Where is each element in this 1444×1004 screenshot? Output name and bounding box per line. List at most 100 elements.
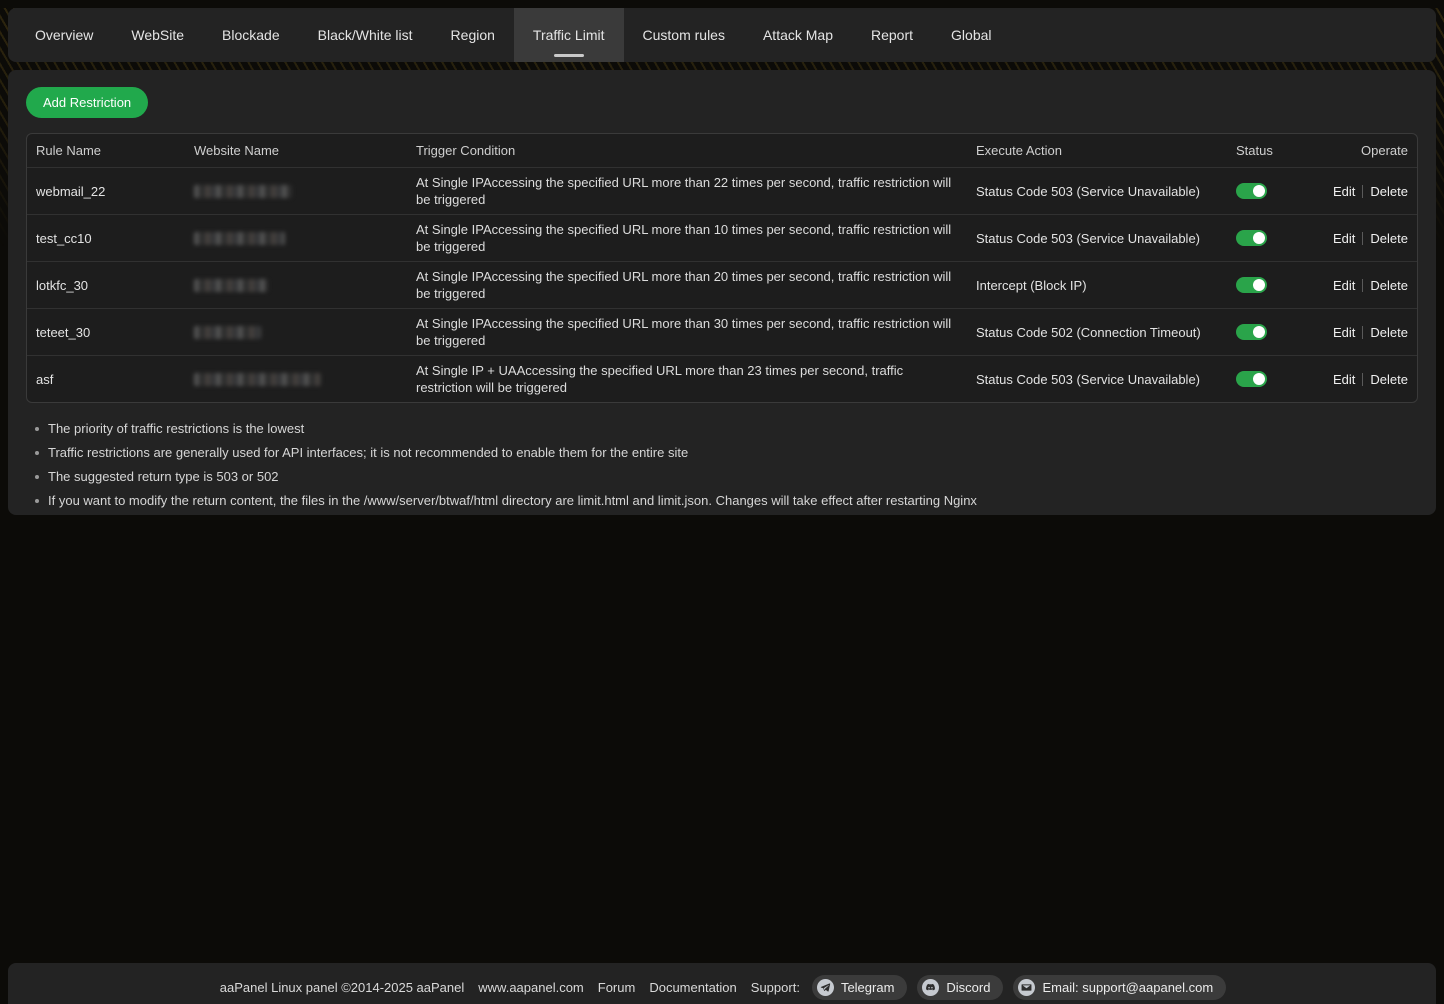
email-icon (1018, 979, 1035, 996)
nav-tab-label: Black/White list (318, 27, 413, 43)
trigger-condition: At Single IPAccessing the specified URL … (416, 215, 976, 261)
website-name (194, 367, 416, 392)
top-navbar: Overview WebSite Blockade Black/White li… (8, 8, 1436, 62)
note-item: The suggested return type is 503 or 502 (26, 465, 1418, 489)
nav-tab-black-white-list[interactable]: Black/White list (299, 8, 432, 62)
operate-separator (1362, 279, 1363, 292)
rule-name: teteet_30 (27, 319, 194, 346)
nav-tab-traffic-limit[interactable]: Traffic Limit (514, 8, 624, 62)
status-cell (1236, 271, 1323, 300)
toggle-knob (1253, 185, 1265, 197)
nav-tab-attack-map[interactable]: Attack Map (744, 8, 852, 62)
website-name (194, 320, 416, 345)
edit-link[interactable]: Edit (1333, 278, 1355, 293)
delete-link[interactable]: Delete (1370, 184, 1408, 199)
note-item: Traffic restrictions are generally used … (26, 441, 1418, 465)
status-cell (1236, 318, 1323, 347)
trigger-condition: At Single IPAccessing the specified URL … (416, 262, 976, 308)
nav-tab-label: Report (871, 27, 913, 43)
nav-tab-label: Blockade (222, 27, 280, 43)
rule-name: test_cc10 (27, 225, 194, 252)
nav-tab-label: Traffic Limit (533, 27, 605, 43)
footer-copyright: aaPanel Linux panel ©2014-2025 aaPanel (220, 980, 465, 995)
delete-link[interactable]: Delete (1370, 325, 1408, 340)
status-toggle[interactable] (1236, 277, 1267, 293)
operate-separator (1362, 373, 1363, 386)
status-toggle[interactable] (1236, 183, 1267, 199)
operate-cell: Edit Delete (1323, 178, 1417, 205)
censored-website-name (194, 279, 268, 292)
footer-support-label: Support: (751, 980, 800, 995)
censored-website-name (194, 373, 321, 386)
nav-tab-custom-rules[interactable]: Custom rules (624, 8, 744, 62)
nav-tab-report[interactable]: Report (852, 8, 932, 62)
rule-name: webmail_22 (27, 178, 194, 205)
execute-action: Intercept (Block IP) (976, 272, 1236, 299)
status-cell (1236, 224, 1323, 253)
edit-link[interactable]: Edit (1333, 231, 1355, 246)
discord-button[interactable]: Discord (917, 975, 1003, 1000)
table-row: teteet_30 At Single IPAccessing the spec… (27, 308, 1417, 355)
edit-link[interactable]: Edit (1333, 372, 1355, 387)
execute-action: Status Code 503 (Service Unavailable) (976, 366, 1236, 393)
operate-separator (1362, 185, 1363, 198)
nav-tab-region[interactable]: Region (432, 8, 514, 62)
email-button[interactable]: Email: support@aapanel.com (1013, 975, 1226, 1000)
footer-documentation-link[interactable]: Documentation (649, 980, 736, 995)
operate-cell: Edit Delete (1323, 366, 1417, 393)
delete-link[interactable]: Delete (1370, 278, 1408, 293)
nav-tab-overview[interactable]: Overview (16, 8, 112, 62)
note-item: If you want to modify the return content… (26, 489, 1418, 513)
table-row: webmail_22 At Single IPAccessing the spe… (27, 167, 1417, 214)
censored-website-name (194, 185, 292, 198)
table-header-row: Rule Name Website Name Trigger Condition… (27, 134, 1417, 167)
operate-separator (1362, 326, 1363, 339)
add-restriction-button[interactable]: Add Restriction (26, 87, 148, 118)
table-row: test_cc10 At Single IPAccessing the spec… (27, 214, 1417, 261)
discord-icon (922, 979, 939, 996)
footer-forum-link[interactable]: Forum (598, 980, 636, 995)
telegram-label: Telegram (841, 980, 894, 995)
website-name (194, 226, 416, 251)
nav-tab-label: Overview (35, 27, 93, 43)
status-toggle[interactable] (1236, 371, 1267, 387)
notes-list: The priority of traffic restrictions is … (26, 417, 1418, 513)
nav-tab-global[interactable]: Global (932, 8, 1010, 62)
toggle-knob (1253, 373, 1265, 385)
toggle-knob (1253, 279, 1265, 291)
trigger-condition: At Single IP + UAAccessing the specified… (416, 356, 976, 402)
delete-link[interactable]: Delete (1370, 372, 1408, 387)
status-cell (1236, 177, 1323, 206)
email-support-label: Discord (946, 980, 990, 995)
delete-link[interactable]: Delete (1370, 231, 1408, 246)
nav-tab-website[interactable]: WebSite (112, 8, 203, 62)
toggle-knob (1253, 326, 1265, 338)
col-header-rule-name: Rule Name (27, 137, 194, 164)
toggle-knob (1253, 232, 1265, 244)
operate-cell: Edit Delete (1323, 272, 1417, 299)
trigger-condition: At Single IPAccessing the specified URL … (416, 309, 976, 355)
nav-tab-label: Attack Map (763, 27, 833, 43)
censored-website-name (194, 326, 261, 339)
email-label: Email: support@aapanel.com (1042, 980, 1213, 995)
nav-tab-label: WebSite (131, 27, 184, 43)
col-header-operate: Operate (1323, 137, 1417, 164)
nav-tab-blockade[interactable]: Blockade (203, 8, 299, 62)
rules-table: Rule Name Website Name Trigger Condition… (26, 133, 1418, 403)
traffic-limit-panel: Add Restriction Rule Name Website Name T… (8, 70, 1436, 515)
website-name (194, 179, 416, 204)
footer-website-link[interactable]: www.aapanel.com (478, 980, 584, 995)
trigger-condition: At Single IPAccessing the specified URL … (416, 168, 976, 214)
edit-link[interactable]: Edit (1333, 184, 1355, 199)
status-toggle[interactable] (1236, 230, 1267, 246)
table-row: asf At Single IP + UAAccessing the speci… (27, 355, 1417, 402)
edit-link[interactable]: Edit (1333, 325, 1355, 340)
note-item: The priority of traffic restrictions is … (26, 417, 1418, 441)
status-toggle[interactable] (1236, 324, 1267, 340)
col-header-website-name: Website Name (194, 137, 416, 164)
col-header-execute-action: Execute Action (976, 137, 1236, 164)
nav-tab-label: Custom rules (643, 27, 725, 43)
telegram-button[interactable]: Telegram (812, 975, 907, 1000)
status-cell (1236, 365, 1323, 394)
execute-action: Status Code 503 (Service Unavailable) (976, 225, 1236, 252)
